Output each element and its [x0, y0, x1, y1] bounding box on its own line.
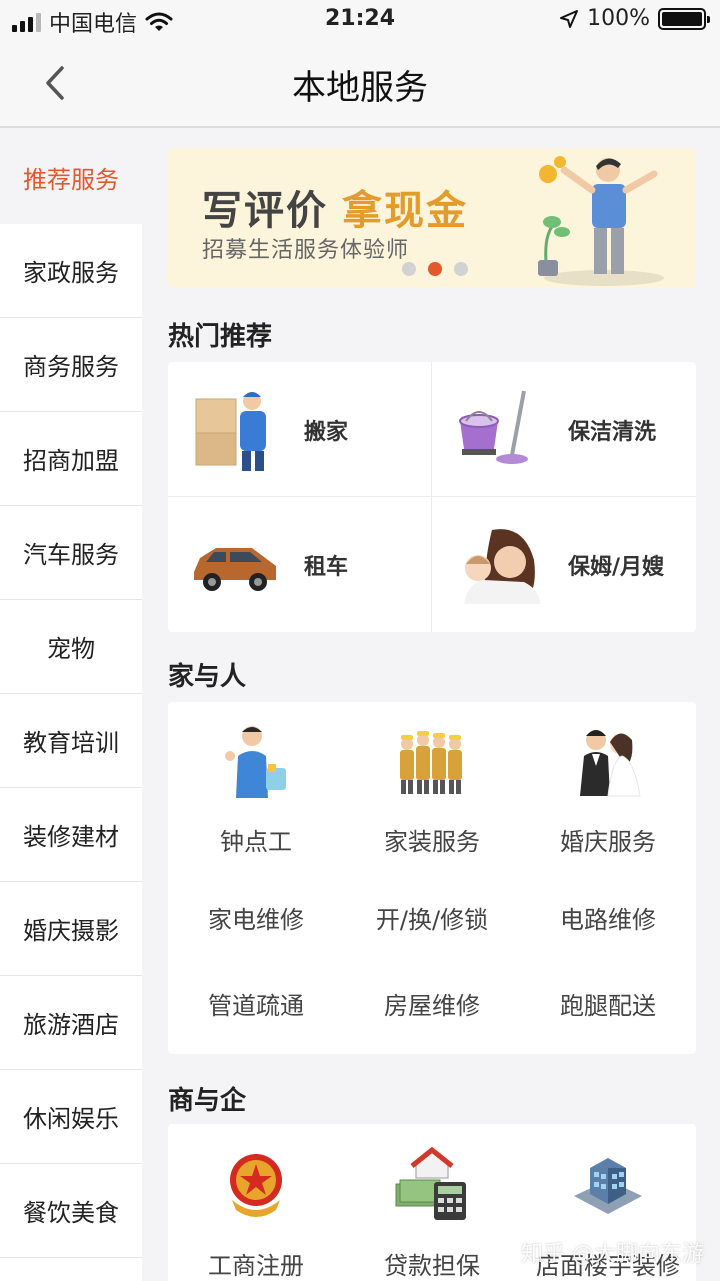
service-label: 家装服务 — [384, 828, 480, 856]
housekeeper-icon — [225, 726, 286, 798]
hot-item-label: 保姆/月嫂 — [568, 554, 665, 580]
carousel-dot[interactable] — [454, 262, 468, 276]
nav-bar: 本地服务 — [0, 40, 720, 128]
carousel-dot[interactable] — [428, 262, 442, 276]
service-house-repair[interactable]: 房屋维修 — [344, 986, 520, 1021]
hot-item-moving[interactable]: 搬家 — [168, 362, 432, 497]
sidebar-item-recommended[interactable]: 推荐服务 — [0, 130, 142, 224]
service-lock-repair[interactable]: 开/换/修锁 — [344, 900, 520, 935]
emblem-icon — [230, 1154, 282, 1217]
hot-item-nanny[interactable]: 保姆/月嫂 — [432, 497, 696, 632]
sidebar-item-wedding-photo[interactable]: 婚庆摄影 — [0, 882, 142, 976]
banner-title-highlight: 拿现金 — [342, 188, 468, 234]
sidebar-item-auto[interactable]: 汽车服务 — [0, 506, 142, 600]
sidebar-item-franchise[interactable]: 招商加盟 — [0, 412, 142, 506]
promo-banner[interactable]: 写评价 拿现金 招募生活服务体验师 — [168, 148, 696, 288]
battery-icon — [658, 7, 710, 30]
loan-house-calculator-icon — [395, 1146, 466, 1220]
service-pipe-dredging[interactable]: 管道疏通 — [168, 986, 344, 1021]
service-business-registration[interactable]: 工商注册 — [168, 1144, 344, 1281]
hot-item-car-rental[interactable]: 租车 — [168, 497, 432, 632]
service-home-decoration[interactable]: 家装服务 — [344, 720, 520, 857]
banner-subtitle: 招募生活服务体验师 — [202, 238, 410, 263]
service-wedding[interactable]: 婚庆服务 — [520, 720, 696, 857]
service-label: 婚庆服务 — [560, 828, 656, 856]
service-hourly-worker[interactable]: 钟点工 — [168, 720, 344, 857]
carousel-dots — [402, 262, 468, 276]
service-loan-guarantee[interactable]: 贷款担保 — [344, 1144, 520, 1281]
section-title-hot: 热门推荐 — [168, 322, 273, 352]
service-label: 工商注册 — [208, 1252, 304, 1280]
status-bar: 中国电信 21:24 100% — [0, 0, 720, 40]
sidebar-item-housekeeping[interactable]: 家政服务 — [0, 224, 142, 318]
service-appliance-repair[interactable]: 家电维修 — [168, 900, 344, 935]
sidebar-item-leisure[interactable]: 休闲娱乐 — [0, 1070, 142, 1164]
main-content: 写评价 拿现金 招募生活服务体验师 热门推荐 搬家 保洁清洗 租车 保姆/月嫂 … — [142, 130, 720, 1281]
hot-services-card: 搬家 保洁清洗 租车 保姆/月嫂 — [168, 362, 696, 632]
section-title-business: 商与企 — [168, 1086, 247, 1116]
mop-bucket-icon — [459, 390, 528, 464]
banner-title-main: 写评价 — [202, 188, 328, 234]
hot-item-cleaning[interactable]: 保洁清洗 — [432, 362, 696, 497]
status-right: 100% — [559, 6, 710, 31]
service-circuit-repair[interactable]: 电路维修 — [520, 900, 696, 935]
hot-item-label: 租车 — [304, 554, 349, 580]
cheering-man-illustration — [538, 156, 664, 286]
section-title-family: 家与人 — [168, 662, 247, 692]
service-label: 贷款担保 — [384, 1252, 480, 1280]
building-icon — [574, 1158, 642, 1214]
family-services-card: 钟点工 家装服务 婚庆服务 家电维修 开/换/修锁 电路维修 管道疏通 房屋维修… — [168, 702, 696, 1054]
sidebar-item-decoration[interactable]: 装修建材 — [0, 788, 142, 882]
location-arrow-icon — [560, 9, 579, 28]
service-label: 钟点工 — [220, 828, 292, 856]
sidebar-item-pets[interactable]: 宠物 — [0, 600, 142, 694]
watermark: 知乎 @大脚向东游 — [521, 1242, 704, 1267]
sidebar-item-travel-hotel[interactable]: 旅游酒店 — [0, 976, 142, 1070]
category-sidebar: 推荐服务 家政服务 商务服务 招商加盟 汽车服务 宠物 教育培训 装修建材 婚庆… — [0, 130, 142, 1281]
hot-item-label: 保洁清洗 — [568, 419, 657, 445]
battery-percent: 100% — [587, 6, 650, 31]
workers-icon — [400, 731, 462, 794]
service-errand-delivery[interactable]: 跑腿配送 — [520, 986, 696, 1021]
page-title: 本地服务 — [292, 68, 428, 108]
wedding-couple-icon — [580, 730, 641, 797]
car-icon — [194, 547, 276, 591]
nanny-icon — [464, 528, 540, 604]
sidebar-item-food[interactable]: 餐饮美食 — [0, 1164, 142, 1258]
mover-icon — [195, 391, 266, 471]
hot-item-label: 搬家 — [304, 419, 349, 445]
sidebar-item-business[interactable]: 商务服务 — [0, 318, 142, 412]
carousel-dot[interactable] — [402, 262, 416, 276]
sidebar-item-education[interactable]: 教育培训 — [0, 694, 142, 788]
banner-title: 写评价 拿现金 — [202, 178, 468, 236]
